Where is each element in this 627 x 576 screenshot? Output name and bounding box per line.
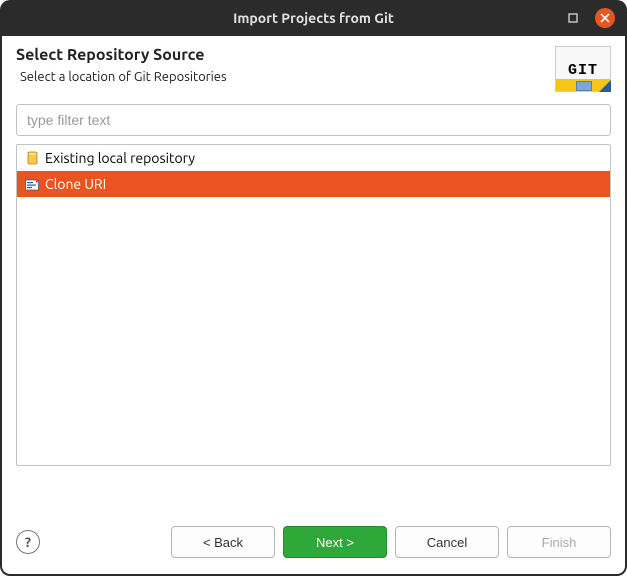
wizard-header-text: Select Repository Source Select a locati… [16,46,555,92]
git-label: GIT [568,60,598,79]
page-subtitle: Select a location of Git Repositories [20,70,555,84]
source-option-label: Clone URI [45,174,106,194]
close-button[interactable] [595,8,615,28]
repo-local-icon [25,151,39,165]
finish-button: Finish [507,526,611,558]
wizard-content: Existing local repository Clone URI [2,104,625,516]
filter-input[interactable] [16,104,611,136]
window-controls [563,8,615,28]
maximize-button[interactable] [563,8,583,28]
source-list: Existing local repository Clone URI [16,144,611,466]
git-band [556,79,610,91]
wizard-footer: ? < Back Next > Cancel Finish [2,516,625,574]
wizard-header: Select Repository Source Select a locati… [2,36,625,104]
repo-clone-icon [25,177,39,191]
dialog-body: Select Repository Source Select a locati… [0,36,627,576]
source-option-existing[interactable]: Existing local repository [17,145,610,171]
titlebar: Import Projects from Git [0,0,627,36]
source-option-label: Existing local repository [45,148,195,168]
next-button[interactable]: Next > [283,526,387,558]
cancel-button[interactable]: Cancel [395,526,499,558]
source-option-clone-uri[interactable]: Clone URI [17,171,610,197]
git-decor-icon: GIT [555,46,611,92]
page-title: Select Repository Source [16,46,555,64]
back-button[interactable]: < Back [171,526,275,558]
window-title: Import Projects from Git [10,10,617,26]
help-button[interactable]: ? [16,530,40,554]
